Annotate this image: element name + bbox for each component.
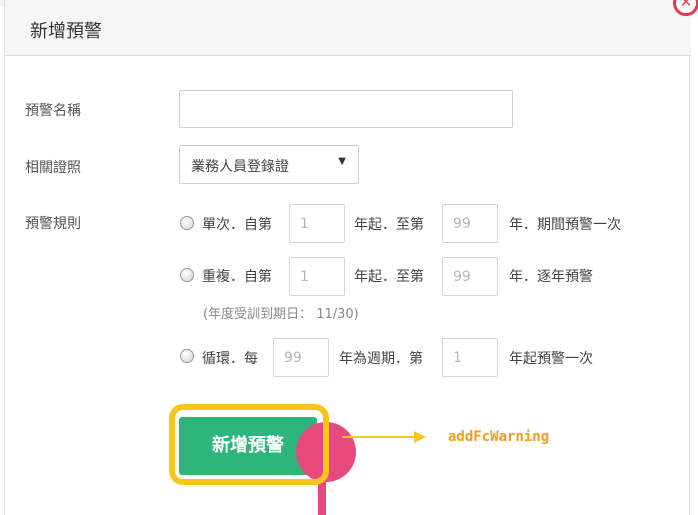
- single-text-3: 年．期間預警一次: [509, 217, 621, 233]
- repeat-text-2: 年起．至第: [354, 269, 424, 285]
- cert-label: 相關證照: [25, 160, 81, 176]
- single-text-1: 單次．自第: [202, 217, 272, 233]
- cycle-text-2: 年為週期．第: [339, 351, 423, 367]
- warning-name-input[interactable]: [179, 90, 513, 128]
- repeat-from-input[interactable]: 1: [289, 257, 345, 296]
- single-to-input[interactable]: 99: [442, 204, 498, 243]
- repeat-to-input[interactable]: 99: [442, 257, 498, 296]
- repeat-text-3: 年．逐年預警: [509, 269, 593, 285]
- cycle-start-input[interactable]: 1: [442, 338, 498, 377]
- cycle-every-input[interactable]: 99: [273, 338, 329, 377]
- annotation-arrow-line: [342, 436, 416, 438]
- radio-single[interactable]: [180, 216, 194, 230]
- radio-cycle[interactable]: [180, 349, 194, 363]
- single-text-2: 年起．至第: [354, 217, 424, 233]
- dialog-header: 新增預警: [5, 0, 691, 56]
- name-label: 預警名稱: [25, 103, 81, 119]
- cycle-text-1: 循環．每: [202, 351, 258, 367]
- cert-select[interactable]: 業務人員登錄證 ▼: [179, 145, 359, 184]
- cycle-text-3: 年起預警一次: [509, 351, 593, 367]
- annotation-label: addFcWarning: [448, 429, 550, 445]
- dialog-title: 新增預警: [30, 21, 102, 42]
- radio-repeat[interactable]: [180, 268, 194, 282]
- cert-select-value: 業務人員登錄證: [191, 159, 289, 175]
- highlight-frame: [169, 404, 329, 485]
- repeat-text-1: 重複．自第: [202, 269, 272, 285]
- single-from-input[interactable]: 1: [289, 204, 345, 243]
- annotation-arrow-head-icon: [414, 431, 426, 443]
- repeat-hint: (年度受訓到期日： 11/30): [203, 307, 359, 322]
- chevron-down-icon: ▼: [338, 156, 346, 167]
- rule-label: 預警規則: [25, 216, 81, 232]
